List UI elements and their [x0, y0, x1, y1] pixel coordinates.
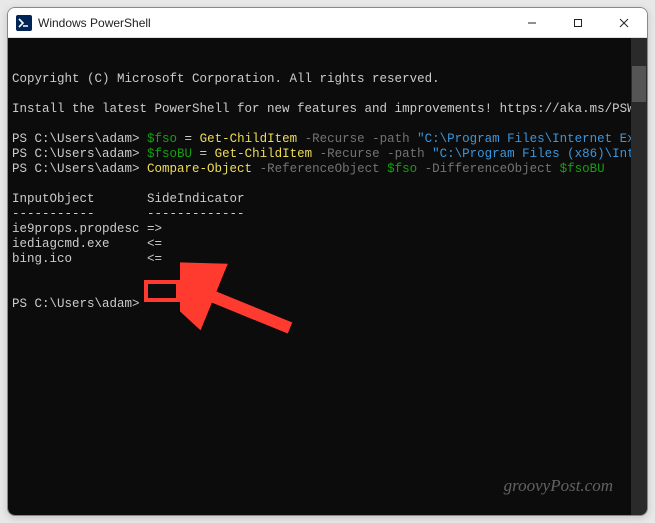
install-tip: Install the latest PowerShell for new fe…: [12, 102, 647, 116]
table-sep-1: -----------: [12, 207, 95, 221]
table-row: bing.ico: [12, 252, 72, 266]
table-header-inputobject: InputObject: [12, 192, 95, 206]
powershell-window: Windows PowerShell Copyright (C) Microso…: [7, 7, 648, 516]
prompt-2: PS C:\Users\adam>: [12, 147, 147, 161]
maximize-button[interactable]: [555, 8, 601, 37]
cmd1-var: $fso: [147, 132, 177, 146]
cmd3-ref: $fso: [387, 162, 417, 176]
table-row: ie9props.propdesc: [12, 222, 140, 236]
prompt-1: PS C:\Users\adam>: [12, 132, 147, 146]
cmd1-path: "C:\Program Files\Internet Explorer": [417, 132, 647, 146]
cmd3-diff-opt: -DifferenceObject: [417, 162, 560, 176]
cmd3-ref-opt: -ReferenceObject: [252, 162, 387, 176]
watermark-text: groovyPost.com: [504, 478, 613, 493]
minimize-button[interactable]: [509, 8, 555, 37]
titlebar[interactable]: Windows PowerShell: [8, 8, 647, 38]
table-sep-2: -------------: [147, 207, 245, 221]
window-title: Windows PowerShell: [38, 16, 509, 30]
cmd1-path-opt: -path: [365, 132, 418, 146]
prompt-3: PS C:\Users\adam>: [12, 162, 147, 176]
scrollbar-track[interactable]: [631, 38, 647, 515]
cmd2-eq: =: [192, 147, 215, 161]
cmd2-cmdlet: Get-ChildItem: [215, 147, 313, 161]
cmd2-path-opt: -path: [380, 147, 433, 161]
cmd3-diff: $fsoBU: [560, 162, 605, 176]
prompt-4: PS C:\Users\adam>: [12, 297, 147, 311]
cmd2-var: $fsoBU: [147, 147, 192, 161]
table-row: iediagcmd.exe: [12, 237, 110, 251]
terminal-area[interactable]: Copyright (C) Microsoft Corporation. All…: [8, 38, 647, 515]
cmd3-cmdlet: Compare-Object: [147, 162, 252, 176]
cmd2-path: "C:\Program Files (x86)\Internet Explore…: [432, 147, 647, 161]
cmd1-eq: =: [177, 132, 200, 146]
table-indicator: <=: [147, 252, 162, 266]
table-header-sideindicator: SideIndicator: [147, 192, 245, 206]
cmd1-cmdlet: Get-ChildItem: [200, 132, 298, 146]
cmd1-recurse: -Recurse: [297, 132, 365, 146]
scrollbar-thumb[interactable]: [632, 66, 646, 102]
cmd2-recurse: -Recurse: [312, 147, 380, 161]
terminal-content: Copyright (C) Microsoft Corporation. All…: [12, 72, 647, 312]
powershell-icon: [16, 15, 32, 31]
copyright-text: Copyright (C) Microsoft Corporation. All…: [12, 72, 440, 86]
table-indicator: =>: [147, 222, 162, 236]
window-controls: [509, 8, 647, 37]
close-button[interactable]: [601, 8, 647, 37]
table-indicator: <=: [147, 237, 162, 251]
